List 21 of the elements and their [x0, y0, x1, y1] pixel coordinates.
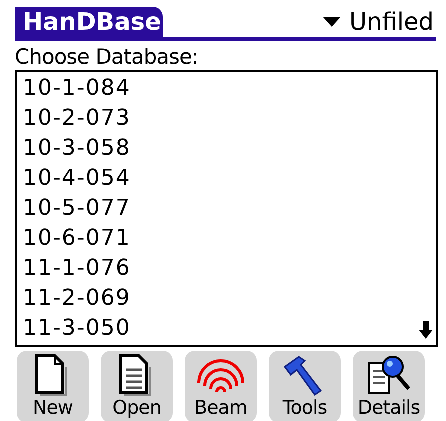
scroll-down-icon[interactable] [419, 321, 433, 339]
database-item[interactable]: 10-2-073 [23, 104, 131, 134]
caret-icon [323, 17, 342, 27]
prompt-label: Choose Database: [15, 44, 200, 70]
document-magnifier-icon [365, 353, 413, 397]
database-item[interactable]: 11-3-050 [23, 314, 131, 344]
app-title[interactable]: HanDBase [15, 7, 163, 37]
toolbar-button[interactable]: Details [353, 351, 425, 421]
database-item[interactable]: 11-2-069 [23, 284, 131, 314]
toolbar-button[interactable]: Open [101, 351, 173, 421]
category-dropdown[interactable]: Unfiled [323, 7, 436, 37]
database-item[interactable]: 10-3-058 [23, 134, 131, 164]
database-item[interactable]: 11-1-076 [23, 254, 131, 284]
signal-waves-icon [197, 359, 245, 395]
database-item[interactable]: 10-1-084 [23, 74, 131, 104]
database-item[interactable]: 10-4-054 [23, 164, 131, 194]
toolbar-button[interactable]: New [17, 351, 89, 421]
toolbar-button[interactable]: Beam [185, 351, 257, 421]
toolbar-button[interactable]: Tools [269, 351, 341, 421]
database-item[interactable]: 10-5-077 [23, 194, 131, 224]
database-item[interactable]: 10-6-071 [23, 224, 131, 254]
